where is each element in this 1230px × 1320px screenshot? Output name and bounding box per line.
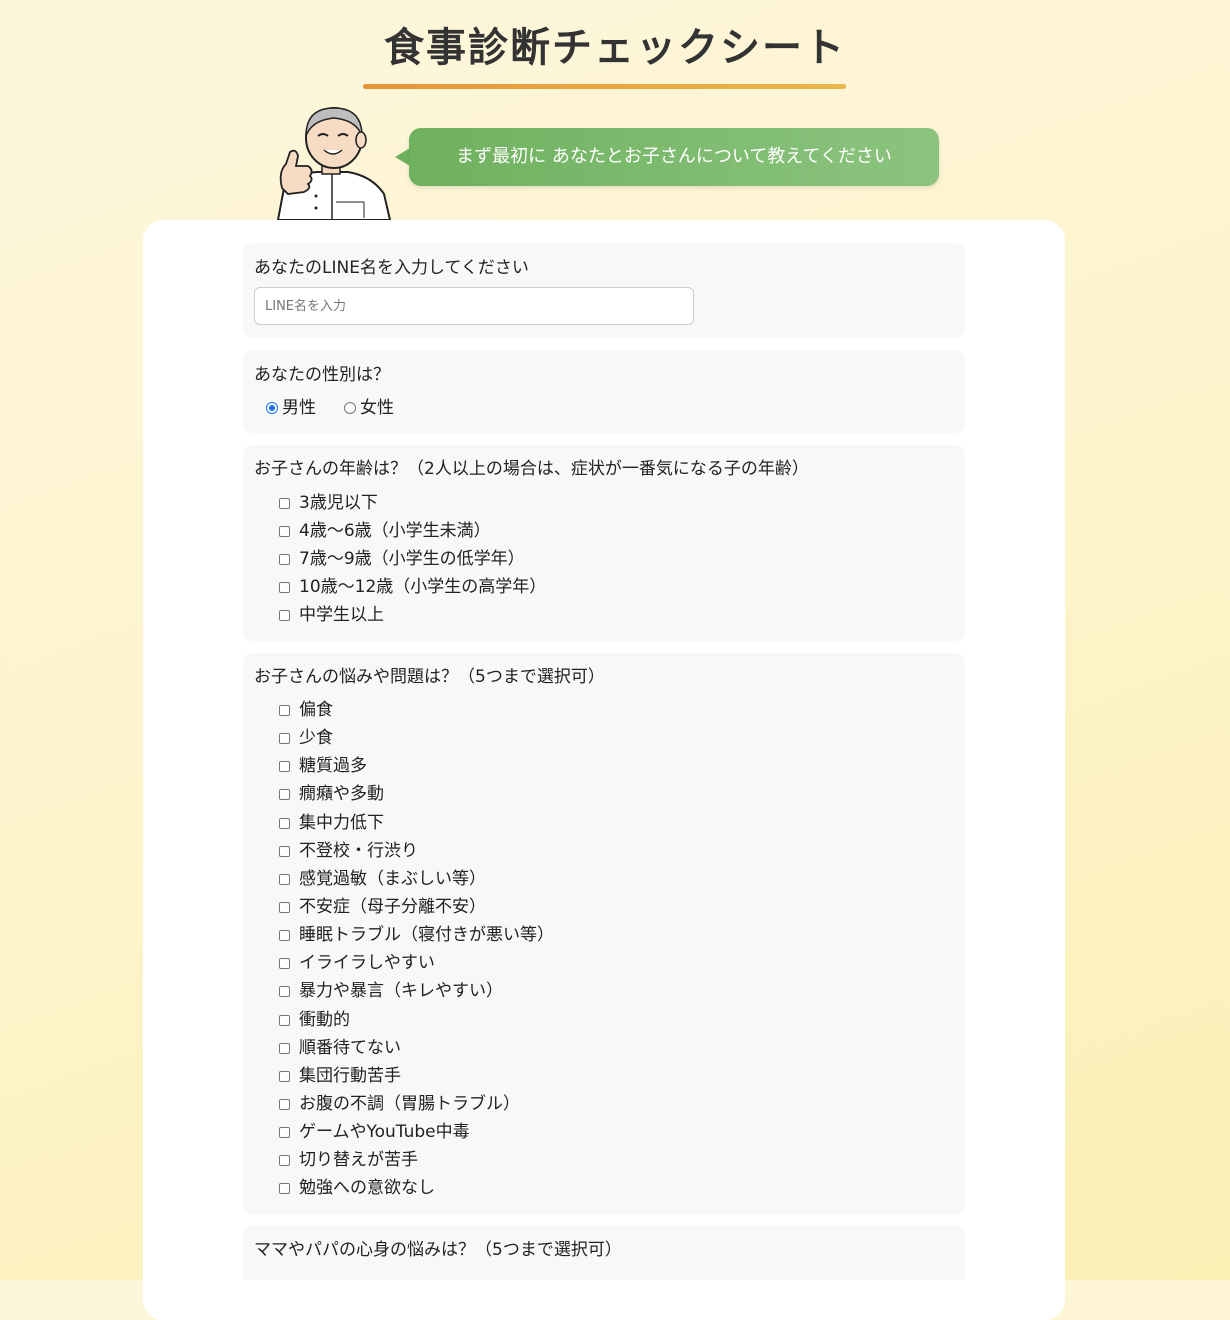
title-underline [363,84,846,89]
child-problem-option[interactable]: 勉強への意欲なし [279,1177,435,1199]
doctor-character-icon [268,102,398,220]
child-problem-option[interactable]: 少食 [279,727,333,749]
option-label: 不安症（母子分離不安） [299,897,486,917]
option-label: 集中力低下 [299,813,384,833]
child-problem-option[interactable]: 糖質過多 [279,755,367,777]
child-problem-option[interactable]: 偏食 [279,699,333,721]
checkbox[interactable] [279,817,290,829]
checkbox[interactable] [279,1098,290,1110]
option-label: 7歳〜9歳（小学生の低学年） [299,549,525,569]
male-label: 男性 [282,398,316,418]
child-age-option[interactable]: 中学生以上 [279,604,384,626]
checkbox[interactable] [279,929,290,941]
checkbox[interactable] [279,732,290,744]
child-problem-option[interactable]: 集中力低下 [279,812,384,834]
child-problem-option[interactable]: 順番待てない [279,1037,401,1059]
line-name-input[interactable] [254,287,694,325]
checkbox[interactable] [279,1070,290,1082]
option-label: 切り替えが苦手 [299,1150,418,1170]
child-age-option[interactable]: 7歳〜9歳（小学生の低学年） [279,548,525,570]
checkbox[interactable] [279,581,290,593]
option-label: 集団行動苦手 [299,1066,401,1086]
gender-option-male[interactable]: 男性 [266,397,316,419]
intro-speech-bubble: まず最初に あなたとお子さんについて教えてください [409,128,939,186]
checkbox[interactable] [279,497,290,509]
option-label: 糖質過多 [299,756,367,776]
parent-problems-section: ママやパパの心身の悩みは？（5つまで選択可） [243,1226,965,1280]
child-problem-option[interactable]: 不登校・行渋り [279,840,418,862]
child-problems-label: お子さんの悩みや問題は？（5つまで選択可） [254,667,605,687]
parent-problems-label: ママやパパの心身の悩みは？（5つまで選択可） [254,1240,622,1260]
option-label: ゲームやYouTube中毒 [299,1122,470,1142]
option-label: 衝動的 [299,1010,350,1030]
checkbox[interactable] [279,609,290,621]
page-title: 食事診断チェックシート [384,25,846,71]
checkbox[interactable] [279,788,290,800]
child-problem-option[interactable]: 睡眠トラブル（寝付きが悪い等） [279,924,554,946]
gender-label: あなたの性別は？ [254,365,390,385]
child-age-label: お子さんの年齢は？（2人以上の場合は、症状が一番気になる子の年齢） [254,459,809,479]
child-age-section: お子さんの年齢は？（2人以上の場合は、症状が一番気になる子の年齢） 3歳児以下 … [243,445,965,641]
checkbox[interactable] [279,873,290,885]
checkbox[interactable] [279,1182,290,1194]
child-problem-option[interactable]: ゲームやYouTube中毒 [279,1121,470,1143]
child-age-option[interactable]: 10歳〜12歳（小学生の高学年） [279,576,546,598]
female-label: 女性 [360,398,394,418]
child-problem-option[interactable]: 感覚過敏（まぶしい等） [279,868,486,890]
checkbox[interactable] [279,985,290,997]
checkbox[interactable] [279,760,290,772]
option-label: 3歳児以下 [299,493,378,513]
option-label: 偏食 [299,700,333,720]
female-radio[interactable] [344,402,356,414]
checkbox[interactable] [279,957,290,969]
child-problem-option[interactable]: 暴力や暴言（キレやすい） [279,980,503,1002]
option-label: 癇癪や多動 [299,784,384,804]
speech-bubble-tail [395,148,410,166]
option-label: お腹の不調（胃腸トラブル） [299,1094,520,1114]
checkbox[interactable] [279,553,290,565]
child-problems-section: お子さんの悩みや問題は？（5つまで選択可） 偏食 少食 糖質過多 癇癪や多動 集… [243,653,965,1214]
checkbox[interactable] [279,704,290,716]
option-label: イライラしやすい [299,953,435,973]
checkbox[interactable] [279,845,290,857]
option-label: 4歳〜6歳（小学生未満） [299,521,491,541]
child-age-option[interactable]: 3歳児以下 [279,492,378,514]
option-label: 勉強への意欲なし [299,1178,435,1198]
option-label: 少食 [299,728,333,748]
gender-option-female[interactable]: 女性 [344,397,394,419]
child-problem-option[interactable]: 集団行動苦手 [279,1065,401,1087]
child-problem-option[interactable]: イライラしやすい [279,952,435,974]
checkbox[interactable] [279,1042,290,1054]
male-radio[interactable] [266,402,278,414]
gender-section: あなたの性別は？ 男性 女性 [243,350,965,433]
checkbox[interactable] [279,1154,290,1166]
child-problem-option[interactable]: 切り替えが苦手 [279,1149,418,1171]
child-problem-option[interactable]: 不安症（母子分離不安） [279,896,486,918]
checkbox[interactable] [279,1126,290,1138]
checkbox[interactable] [279,525,290,537]
option-label: 中学生以上 [299,605,384,625]
child-problem-option[interactable]: 癇癪や多動 [279,783,384,805]
option-label: 不登校・行渋り [299,841,418,861]
checkbox[interactable] [279,1014,290,1026]
child-problem-option[interactable]: お腹の不調（胃腸トラブル） [279,1093,520,1115]
option-label: 睡眠トラブル（寝付きが悪い等） [299,925,554,945]
line-name-label: あなたのLINE名を入力してください [254,258,529,278]
option-label: 感覚過敏（まぶしい等） [299,869,486,889]
option-label: 10歳〜12歳（小学生の高学年） [299,577,547,597]
option-label: 順番待てない [299,1038,401,1058]
option-label: 暴力や暴言（キレやすい） [299,981,503,1001]
child-age-option[interactable]: 4歳〜6歳（小学生未満） [279,520,491,542]
checkbox[interactable] [279,901,290,913]
child-problem-option[interactable]: 衝動的 [279,1009,350,1031]
